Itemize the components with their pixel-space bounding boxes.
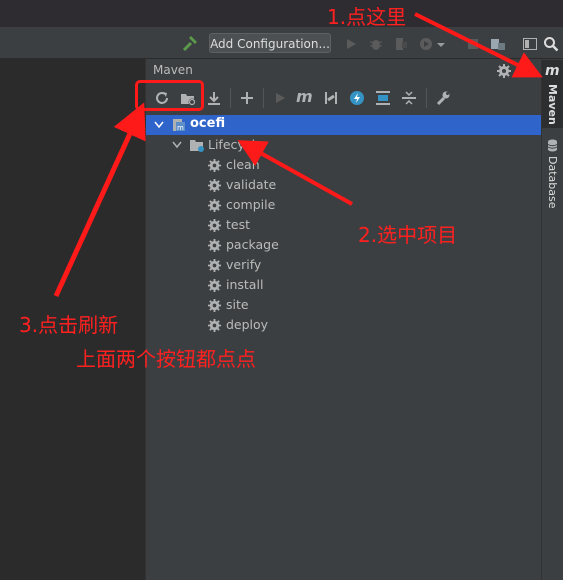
- add-configuration-button[interactable]: Add Configuration...: [209, 33, 331, 53]
- lifecycle-goal-item[interactable]: verify: [226, 257, 261, 272]
- add-icon[interactable]: [239, 90, 255, 106]
- gear-icon[interactable]: [497, 64, 511, 78]
- tab-database-label[interactable]: Database: [546, 156, 559, 209]
- profile-icon[interactable]: [418, 36, 434, 52]
- lifecycle-goal-item[interactable]: site: [226, 297, 249, 312]
- annotation-highlight-box: [135, 80, 204, 111]
- gear-icon: [208, 239, 221, 252]
- terminal-icon[interactable]: [522, 36, 538, 52]
- annotation-step-3: 3.点击刷新: [19, 313, 119, 337]
- lifecycle-goal-item[interactable]: clean: [226, 157, 260, 172]
- right-tool-strip: [541, 59, 563, 580]
- lifecycle-goal-item[interactable]: test: [226, 217, 250, 232]
- skip-tests-icon[interactable]: [323, 90, 339, 106]
- annotation-step-3-note: 上面两个按钮都点点: [76, 347, 256, 371]
- gear-icon: [208, 179, 221, 192]
- gear-icon: [208, 299, 221, 312]
- database-icon: [547, 139, 558, 152]
- lifecycle-goal-item[interactable]: deploy: [226, 317, 268, 332]
- lifecycle-folder-icon: [190, 140, 204, 152]
- gear-icon: [208, 159, 221, 172]
- lifecycle-goal-item[interactable]: validate: [226, 177, 276, 192]
- run-icon[interactable]: [343, 36, 359, 52]
- gear-icon: [208, 259, 221, 272]
- stop-icon[interactable]: [465, 36, 481, 52]
- tree-lifecycle-label[interactable]: Lifecycle: [208, 137, 263, 152]
- maven-m-icon[interactable]: m: [296, 87, 313, 106]
- chevron-down-icon[interactable]: [172, 141, 182, 149]
- toolbar-separator: [230, 88, 231, 108]
- maven-tool-window: [146, 59, 541, 580]
- maven-m-icon: m: [545, 63, 560, 79]
- dropdown-icon[interactable]: [436, 36, 446, 52]
- lifecycle-goal-item[interactable]: package: [226, 237, 279, 252]
- offline-icon[interactable]: [349, 90, 365, 106]
- hide-panel-icon[interactable]: [520, 70, 532, 72]
- download-icon[interactable]: [206, 90, 222, 106]
- toolbar-separator: [426, 88, 427, 108]
- show-deps-icon[interactable]: [375, 90, 391, 106]
- hammer-icon[interactable]: [181, 35, 199, 53]
- run-icon[interactable]: [272, 90, 288, 106]
- window-titlebar: [0, 0, 563, 27]
- settings-wrench-icon[interactable]: [435, 90, 451, 106]
- collapse-icon[interactable]: [401, 90, 417, 106]
- svg-text:m: m: [177, 124, 184, 132]
- annotation-step-1: 1.点这里: [327, 5, 407, 29]
- lifecycle-goal-item[interactable]: compile: [226, 197, 275, 212]
- chevron-down-icon[interactable]: [154, 121, 164, 129]
- tree-project-label[interactable]: ocefi: [190, 116, 225, 131]
- search-icon[interactable]: [543, 36, 559, 52]
- debug-icon[interactable]: [368, 36, 384, 52]
- gear-icon: [208, 199, 221, 212]
- toolbar-separator: [263, 88, 264, 108]
- gear-icon: [208, 219, 221, 232]
- maven-panel-title: Maven: [153, 63, 193, 77]
- gear-icon: [208, 319, 221, 332]
- annotation-step-2: 2.选中项目: [358, 223, 458, 247]
- maven-project-icon: m: [173, 119, 185, 132]
- coverage-icon[interactable]: [393, 36, 409, 52]
- gear-icon: [208, 279, 221, 292]
- project-structure-icon[interactable]: [490, 36, 506, 52]
- tab-maven-label[interactable]: Maven: [546, 84, 559, 125]
- lifecycle-goal-item[interactable]: install: [226, 277, 263, 292]
